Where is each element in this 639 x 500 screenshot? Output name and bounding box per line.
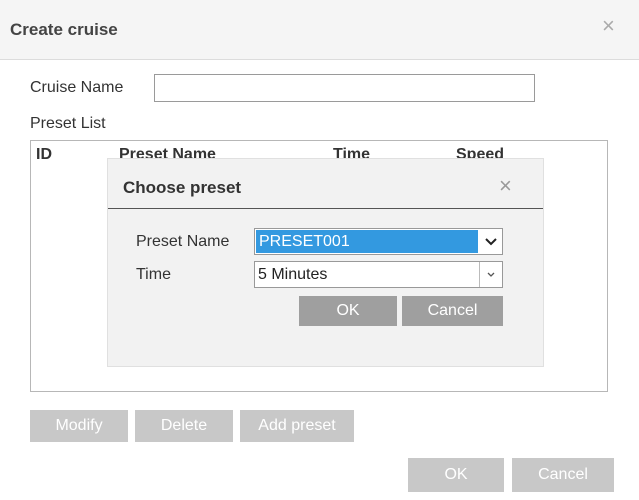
preset-name-selected-value: PRESET001 [256,230,478,253]
chevron-down-icon[interactable] [479,262,502,287]
preset-name-select[interactable]: PRESET001 [254,228,503,255]
close-icon[interactable]: × [602,15,615,37]
choose-preset-title: Choose preset [123,178,242,197]
dialog-header: Create cruise × [0,0,639,60]
modify-button[interactable]: Modify [30,410,128,442]
chevron-down-icon[interactable] [480,229,502,254]
cruise-name-label: Cruise Name [30,79,124,96]
ok-button[interactable]: OK [408,458,504,492]
choose-preset-header: Choose preset × [108,159,543,209]
preset-name-label: Preset Name [136,233,230,250]
cancel-button[interactable]: Cancel [512,458,614,492]
choose-preset-dialog: Choose preset × Preset Name PRESET001 Ti… [107,158,544,367]
choose-preset-cancel-button[interactable]: Cancel [402,296,503,326]
time-select[interactable]: 5 Minutes [254,261,503,288]
close-icon[interactable]: × [499,175,512,197]
add-preset-button[interactable]: Add preset [240,410,354,442]
preset-list-label: Preset List [30,115,106,132]
cruise-name-input[interactable] [154,74,535,102]
time-label: Time [136,266,171,283]
column-header-id: ID [36,146,52,163]
dialog-title: Create cruise [10,20,118,39]
time-selected-value: 5 Minutes [258,266,328,283]
delete-button[interactable]: Delete [135,410,233,442]
choose-preset-ok-button[interactable]: OK [299,296,397,326]
